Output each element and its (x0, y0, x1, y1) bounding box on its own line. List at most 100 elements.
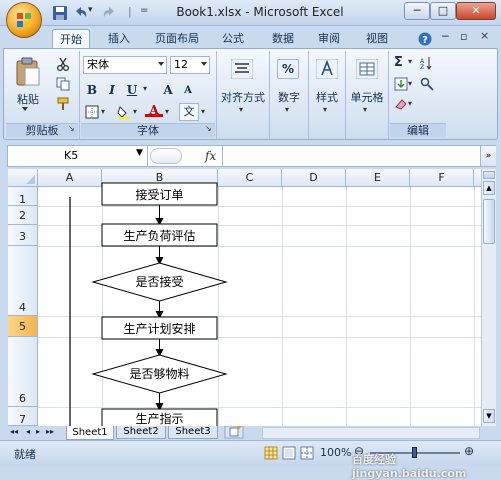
ribbon-restore-icon[interactable]: ▫ (460, 30, 467, 43)
title-bar: ▾ | = Book1.xlsx - Microsoft Excel ─ □ ✕ (0, 0, 501, 38)
tab-insert[interactable]: 插入 (100, 29, 138, 48)
undo-dropdown-icon[interactable]: ▾ (88, 5, 93, 15)
font-name-combo[interactable]: 宋体 (83, 56, 167, 74)
formula-bar-collapse-handle[interactable] (150, 148, 182, 164)
clear-icon[interactable] (394, 97, 408, 111)
ribbon-tabs: 开始 插入 页面布局 公式 数据 审阅 视图 ? ─ ▫ × (0, 26, 501, 48)
format-painter-icon[interactable] (56, 97, 70, 111)
alignment-group[interactable]: 对齐方式 ▾ (218, 51, 268, 139)
number-group[interactable]: % 数字 ▾ (271, 51, 307, 139)
sheet-tab-active[interactable]: Sheet1 (66, 426, 114, 440)
font-color-dropdown-icon[interactable]: ▾ (165, 107, 169, 116)
font-size-dropdown-icon[interactable] (201, 62, 207, 66)
last-sheet-icon[interactable]: ▸▸ (46, 427, 54, 436)
tab-page-layout[interactable]: 页面布局 (148, 29, 206, 48)
flow-step-production-plan[interactable]: 生产计划安排 (101, 316, 218, 340)
flow-step-load-assessment-text: 生产负荷评估 (123, 229, 195, 243)
paste-dropdown-icon[interactable] (22, 107, 28, 111)
underline-button[interactable]: U (123, 81, 141, 99)
insert-function-icon[interactable]: fx (205, 149, 216, 163)
help-icon[interactable]: ? (418, 32, 432, 46)
save-icon[interactable] (52, 5, 68, 21)
worksheet-grid[interactable]: A B C D E F 1 2 3 4 5 6 7 接受订单 生产负荷评估 是否… (8, 169, 481, 426)
sheet-tab[interactable]: Sheet2 (116, 426, 166, 439)
styles-group[interactable]: 样式 ▾ (310, 51, 344, 139)
phonetic-button[interactable]: 文 (179, 103, 199, 121)
styles-dropdown-icon: ▾ (323, 105, 328, 114)
font-color-button[interactable]: A (145, 103, 163, 117)
shrink-font-button[interactable]: A (179, 82, 197, 100)
fill-icon[interactable] (394, 77, 408, 91)
italic-button[interactable]: I (103, 81, 121, 99)
cut-icon[interactable] (56, 57, 70, 71)
copy-icon[interactable] (56, 77, 70, 91)
percent-icon: % (277, 59, 299, 79)
borders-dropdown-icon[interactable]: ▾ (101, 107, 105, 116)
minimize-button[interactable]: ─ (404, 2, 430, 20)
font-size-combo[interactable]: 12 (170, 56, 210, 74)
first-sheet-icon[interactable]: ◂◂ (10, 427, 18, 436)
font-launcher-icon[interactable]: ↘ (205, 124, 212, 133)
tab-data[interactable]: 数据 (264, 29, 302, 48)
maximize-button[interactable]: □ (430, 2, 456, 20)
flow-step-production-instruction[interactable]: 生产指示 (101, 408, 218, 426)
name-box-dropdown-icon[interactable]: ▼ (136, 148, 143, 158)
fill-dropdown-icon[interactable]: ▾ (408, 79, 412, 88)
tab-home[interactable]: 开始 (52, 29, 90, 48)
insert-sheet-icon[interactable] (224, 426, 244, 439)
font-name-dropdown-icon[interactable] (158, 62, 164, 66)
find-select-icon[interactable] (420, 77, 434, 91)
office-button[interactable] (6, 2, 42, 38)
zoom-level[interactable]: 100% (320, 446, 351, 459)
horizontal-scrollbar[interactable] (262, 427, 480, 439)
prev-sheet-icon[interactable]: ◂ (26, 427, 30, 436)
flow-decision-materials-text: 是否够物料 (129, 367, 189, 381)
underline-dropdown-icon[interactable]: ▾ (143, 84, 147, 93)
font-group-label: 字体 (81, 123, 215, 137)
scroll-up-icon[interactable]: ▲ (483, 181, 495, 195)
paste-icon[interactable] (14, 57, 42, 87)
expand-formula-bar-icon[interactable]: » (480, 146, 496, 166)
ribbon-minimize-icon[interactable]: ─ (442, 30, 449, 43)
tab-review[interactable]: 审阅 (310, 29, 348, 48)
scroll-thumb[interactable] (483, 199, 495, 244)
undo-icon[interactable] (72, 5, 88, 21)
grow-font-button[interactable]: A (159, 81, 177, 99)
scroll-down-icon[interactable]: ▼ (483, 409, 495, 423)
next-sheet-icon[interactable]: ▸ (36, 427, 40, 436)
formula-input[interactable] (222, 146, 482, 166)
name-box[interactable]: K5 ▼ (8, 146, 148, 166)
flow-decision-accept[interactable]: 是否接受 (91, 262, 228, 302)
autosum-icon[interactable]: Σ (394, 55, 403, 70)
flow-step-load-assessment[interactable]: 生产负荷评估 (101, 223, 218, 247)
cells-group[interactable]: 单元格 ▾ (347, 51, 387, 139)
clipboard-launcher-icon[interactable]: ↘ (68, 124, 75, 133)
normal-view-icon[interactable] (264, 446, 278, 460)
phonetic-dropdown-icon[interactable]: ▾ (201, 107, 205, 116)
office-logo-icon (17, 13, 31, 27)
flow-decision-materials[interactable]: 是否够物料 (91, 354, 228, 394)
redo-icon[interactable] (102, 5, 118, 21)
bold-button[interactable]: B (83, 81, 101, 99)
split-box[interactable] (483, 171, 495, 179)
page-layout-view-icon[interactable] (282, 446, 296, 460)
vertical-scrollbar[interactable]: ▲ ▼ (481, 169, 496, 426)
fill-color-dropdown-icon[interactable]: ▾ (133, 107, 137, 116)
tab-formulas[interactable]: 公式 (214, 29, 252, 48)
paste-label[interactable]: 粘贴 (10, 91, 46, 107)
sheet-tab[interactable]: Sheet3 (168, 426, 218, 439)
close-button[interactable]: ✕ (456, 2, 496, 20)
status-ready: 就绪 (14, 448, 36, 461)
fill-color-icon[interactable] (117, 105, 131, 119)
qat-customize-icon[interactable]: = (140, 5, 148, 16)
page-break-view-icon[interactable] (300, 446, 314, 460)
borders-icon[interactable] (85, 105, 99, 119)
tab-view[interactable]: 视图 (358, 29, 396, 48)
group-separator (216, 51, 217, 139)
autosum-dropdown-icon[interactable]: ▾ (408, 57, 412, 66)
flow-step-accept-order-text: 接受订单 (135, 187, 183, 202)
flow-step-accept-order[interactable]: 接受订单 (101, 182, 218, 206)
ribbon-close-icon[interactable]: × (480, 29, 489, 42)
sort-filter-icon[interactable]: A Z (420, 56, 434, 70)
clear-dropdown-icon[interactable]: ▾ (408, 99, 412, 108)
